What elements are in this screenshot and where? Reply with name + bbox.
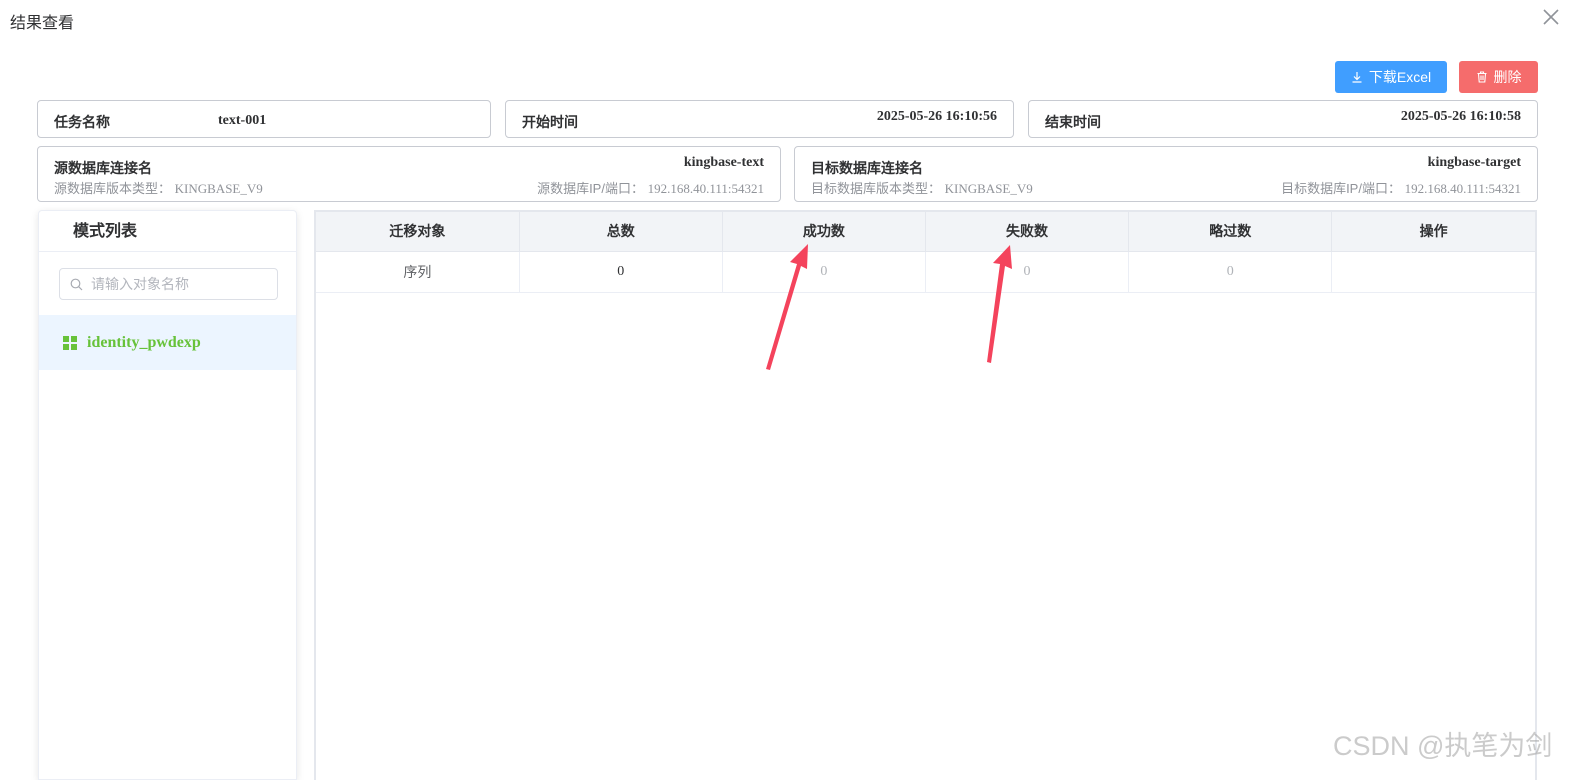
start-time-label: 开始时间 [522, 114, 578, 130]
cell-failed: 0 [925, 251, 1130, 293]
task-name-value: text-001 [218, 113, 267, 128]
target-version-value: KINGBASE_V9 [944, 181, 1033, 196]
start-time-value: 2025-05-26 16:10:56 [876, 109, 997, 124]
object-search-box[interactable] [59, 268, 278, 300]
target-ip-value: 192.168.40.111:54321 [1404, 181, 1521, 196]
target-ip: 目标数据库IP/端口： 192.168.40.111:54321 [1281, 178, 1521, 197]
table-row: 序列 0 0 0 0 [316, 251, 1535, 293]
cell-success: 0 [722, 251, 926, 293]
target-ip-label: 目标数据库IP/端口： [1281, 181, 1401, 196]
target-version: 目标数据库版本类型： KINGBASE_V9 [811, 178, 1033, 197]
cell-object: 序列 [316, 251, 520, 293]
schema-item-label: identity_pwdexp [87, 333, 201, 351]
search-icon [70, 278, 83, 290]
task-name-box: 任务名称 text-001 [37, 100, 491, 138]
end-time-box: 结束时间 2025-05-26 16:10:58 [1028, 100, 1538, 138]
end-time-value: 2025-05-26 16:10:58 [1400, 109, 1521, 124]
header-action: 操作 [1331, 212, 1535, 252]
download-icon [1352, 72, 1362, 83]
header-success: 成功数 [722, 212, 926, 252]
source-version: 源数据库版本类型： KINGBASE_V9 [54, 178, 263, 197]
task-name-label: 任务名称 [54, 114, 110, 130]
end-time-label: 结束时间 [1045, 114, 1101, 130]
source-connection-label: 源数据库连接名 [54, 160, 152, 176]
target-connection-label: 目标数据库连接名 [811, 160, 923, 176]
download-excel-button[interactable]: 下载Excel [1335, 61, 1447, 93]
grid-icon [63, 335, 77, 350]
close-icon[interactable] [1542, 8, 1560, 26]
target-version-label: 目标数据库版本类型： [811, 181, 942, 196]
cell-action [1331, 251, 1535, 293]
schema-list-panel: 模式列表 identity_pwdexp [38, 210, 297, 780]
source-version-label: 源数据库版本类型： [54, 181, 172, 196]
schema-list-title: 模式列表 [39, 211, 296, 252]
start-time-box: 开始时间 2025-05-26 16:10:56 [505, 100, 1014, 138]
watermark: CSDN @执笔为剑 [1333, 731, 1553, 761]
header-failed: 失败数 [925, 212, 1130, 252]
delete-label: 删除 [1493, 69, 1522, 85]
source-connection-box: 源数据库连接名 kingbase-text 源数据库版本类型： KINGBASE… [37, 146, 781, 202]
cell-skipped: 0 [1128, 251, 1333, 293]
result-table: 迁移对象 总数 成功数 失败数 略过数 操作 序列 0 0 0 0 [316, 212, 1535, 293]
header-skipped: 略过数 [1128, 212, 1333, 252]
source-ip-label: 源数据库IP/端口： [537, 181, 644, 196]
target-connection-value: kingbase-target [1427, 155, 1521, 170]
header-object: 迁移对象 [316, 212, 520, 252]
table-header-row: 迁移对象 总数 成功数 失败数 略过数 操作 [316, 212, 1535, 252]
delete-button[interactable]: 删除 [1459, 61, 1538, 93]
trash-icon [1477, 71, 1486, 83]
dialog-title: 结果查看 [10, 15, 75, 32]
download-excel-label: 下载Excel [1368, 69, 1432, 85]
source-version-value: KINGBASE_V9 [174, 181, 263, 196]
cell-total: 0 [519, 251, 723, 293]
header-total: 总数 [519, 212, 723, 252]
source-ip-value: 192.168.40.111:54321 [647, 181, 764, 196]
schema-item[interactable]: identity_pwdexp [39, 315, 296, 370]
object-search-input[interactable] [91, 276, 271, 292]
source-connection-value: kingbase-text [683, 155, 764, 170]
target-connection-box: 目标数据库连接名 kingbase-target 目标数据库版本类型： KING… [794, 146, 1538, 202]
source-ip: 源数据库IP/端口： 192.168.40.111:54321 [537, 178, 764, 197]
result-table-container: 迁移对象 总数 成功数 失败数 略过数 操作 序列 0 0 0 0 [314, 210, 1537, 780]
